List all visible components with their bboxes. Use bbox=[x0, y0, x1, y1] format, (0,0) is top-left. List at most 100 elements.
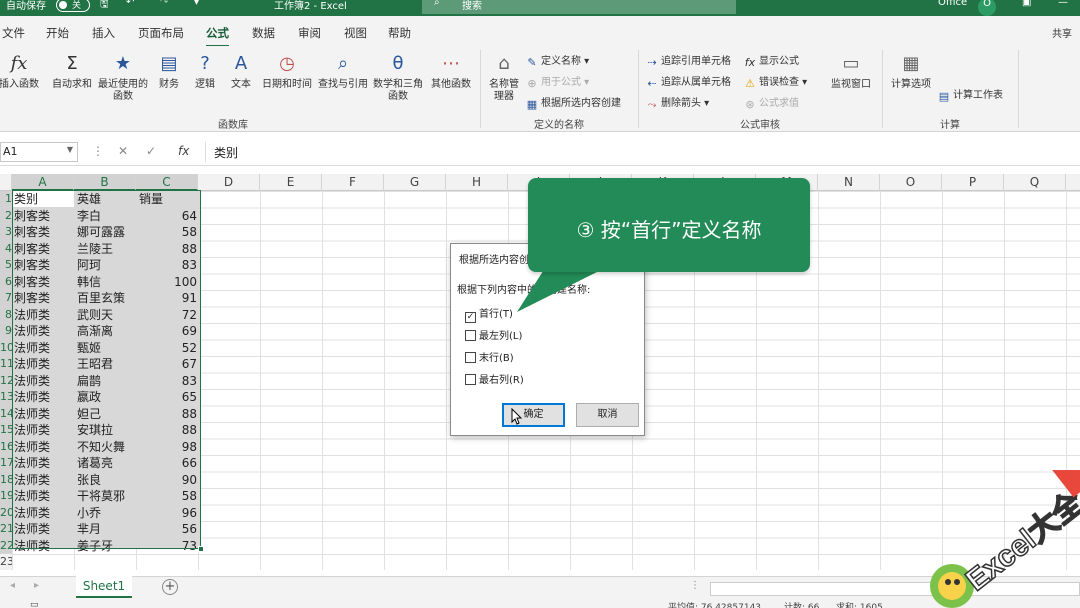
table-cell[interactable]: 56 bbox=[139, 521, 199, 538]
tab-data[interactable]: 数据 bbox=[252, 25, 275, 41]
checkbox-top-row-box[interactable]: ✓ bbox=[465, 312, 476, 323]
row-header-11[interactable]: 11 bbox=[0, 356, 12, 373]
scroll-right-icon[interactable]: ▸ bbox=[34, 580, 39, 591]
table-cell[interactable]: 100 bbox=[139, 274, 199, 291]
tab-file[interactable]: 文件 bbox=[2, 25, 25, 41]
table-cell[interactable]: 刺客类 bbox=[14, 274, 74, 291]
tab-view[interactable]: 视图 bbox=[344, 25, 367, 41]
table-cell[interactable]: 高渐离 bbox=[77, 323, 137, 340]
table-cell[interactable]: 甄姬 bbox=[77, 340, 137, 357]
autosave-toggle[interactable]: 关 bbox=[56, 0, 90, 12]
table-cell[interactable]: 73 bbox=[139, 538, 199, 555]
column-header-h[interactable]: H bbox=[446, 174, 508, 191]
share-button[interactable]: 共享 bbox=[1052, 25, 1072, 40]
table-cell[interactable]: 法师类 bbox=[14, 505, 74, 522]
tab-review[interactable]: 审阅 bbox=[298, 25, 321, 41]
column-header-g[interactable]: G bbox=[384, 174, 446, 191]
table-cell[interactable]: 法师类 bbox=[14, 389, 74, 406]
financial-button[interactable]: ▤ 财务 bbox=[156, 52, 182, 91]
checkbox-right-column-box[interactable] bbox=[465, 374, 476, 385]
header-cell[interactable]: 英雄 bbox=[77, 191, 137, 208]
trace-precedents-button[interactable]: ⇢ 追踪引用单元格 bbox=[646, 52, 731, 69]
calculation-options-button[interactable]: ▦ 计算选项 bbox=[888, 52, 934, 91]
table-cell[interactable]: 刺客类 bbox=[14, 224, 74, 241]
table-cell[interactable]: 阿珂 bbox=[77, 257, 137, 274]
calculate-sheet-button[interactable]: ▤ 计算工作表 bbox=[938, 86, 1003, 103]
column-header-q[interactable]: Q bbox=[1004, 174, 1066, 191]
table-cell[interactable]: 小乔 bbox=[77, 505, 137, 522]
table-cell[interactable]: 法师类 bbox=[14, 488, 74, 505]
table-cell[interactable]: 52 bbox=[139, 340, 199, 357]
save-icon[interactable]: 🖫 bbox=[100, 0, 109, 14]
table-cell[interactable]: 诸葛亮 bbox=[77, 455, 137, 472]
cancel-icon[interactable]: ✕ bbox=[118, 144, 128, 158]
column-header-d[interactable]: D bbox=[198, 174, 260, 191]
row-header-5[interactable]: 5 bbox=[0, 257, 12, 274]
row-header-9[interactable]: 9 bbox=[0, 323, 12, 340]
account-name[interactable]: Office bbox=[938, 0, 967, 8]
table-cell[interactable]: 91 bbox=[139, 290, 199, 307]
tab-insert[interactable]: 插入 bbox=[92, 25, 115, 41]
row-header-1[interactable]: 1 bbox=[0, 191, 12, 208]
row-header-16[interactable]: 16 bbox=[0, 438, 12, 455]
row-header-17[interactable]: 17 bbox=[0, 455, 12, 472]
name-manager-button[interactable]: ⌂ 名称管理器 bbox=[486, 52, 522, 103]
undo-icon[interactable]: ↶ bbox=[126, 0, 134, 8]
checkbox-left-column[interactable]: 最左列(L) bbox=[465, 327, 522, 342]
row-header-21[interactable]: 21 bbox=[0, 521, 12, 538]
table-cell[interactable]: 法师类 bbox=[14, 406, 74, 423]
search-box[interactable]: ⌕ 搜索 bbox=[422, 0, 736, 14]
table-cell[interactable]: 法师类 bbox=[14, 455, 74, 472]
lookup-reference-button[interactable]: ⌕ 查找与引用 bbox=[316, 52, 370, 91]
column-header-n[interactable]: N bbox=[818, 174, 880, 191]
table-cell[interactable]: 83 bbox=[139, 373, 199, 390]
row-header-8[interactable]: 8 bbox=[0, 306, 12, 323]
splitter-icon[interactable]: ⋮ bbox=[690, 580, 700, 591]
table-cell[interactable]: 娜可露露 bbox=[77, 224, 137, 241]
tab-formulas[interactable]: 公式 bbox=[206, 25, 229, 47]
add-sheet-icon[interactable]: + bbox=[162, 579, 178, 595]
table-cell[interactable]: 98 bbox=[139, 439, 199, 456]
row-header-2[interactable]: 2 bbox=[0, 207, 12, 224]
row-header-19[interactable]: 19 bbox=[0, 488, 12, 505]
column-header-a[interactable]: A bbox=[12, 174, 74, 191]
watch-window-button[interactable]: ▭ 监视窗口 bbox=[828, 52, 874, 91]
table-cell[interactable]: 李白 bbox=[77, 208, 137, 225]
insert-function-button[interactable]: fx 插入函数 bbox=[0, 52, 42, 91]
evaluate-formula-button[interactable]: ⊛ 公式求值 bbox=[744, 94, 799, 111]
row-header-13[interactable]: 13 bbox=[0, 389, 12, 406]
row-header-4[interactable]: 4 bbox=[0, 240, 12, 257]
tab-help[interactable]: 帮助 bbox=[388, 25, 411, 41]
text-button[interactable]: A 文本 bbox=[228, 52, 254, 91]
row-header-14[interactable]: 14 bbox=[0, 405, 12, 422]
date-time-button[interactable]: ◷ 日期和时间 bbox=[260, 52, 314, 91]
header-cell[interactable]: 类别 bbox=[14, 191, 74, 208]
show-formulas-button[interactable]: fx 显示公式 bbox=[744, 52, 799, 69]
formula-input[interactable]: 类别 bbox=[214, 144, 238, 161]
scroll-left-icon[interactable]: ◂ bbox=[10, 580, 15, 591]
column-header-o[interactable]: O bbox=[880, 174, 942, 191]
table-cell[interactable]: 法师类 bbox=[14, 356, 74, 373]
table-cell[interactable]: 法师类 bbox=[14, 538, 74, 555]
table-cell[interactable]: 法师类 bbox=[14, 439, 74, 456]
table-cell[interactable]: 姜子牙 bbox=[77, 538, 137, 555]
row-header-10[interactable]: 10 bbox=[0, 339, 12, 356]
table-cell[interactable]: 百里玄策 bbox=[77, 290, 137, 307]
table-cell[interactable]: 法师类 bbox=[14, 472, 74, 489]
table-cell[interactable]: 64 bbox=[139, 208, 199, 225]
checkbox-bottom-row[interactable]: 末行(B) bbox=[465, 349, 514, 364]
table-cell[interactable]: 安琪拉 bbox=[77, 422, 137, 439]
trace-dependents-button[interactable]: ⇠ 追踪从属单元格 bbox=[646, 73, 731, 90]
row-header-22[interactable]: 22 bbox=[0, 537, 12, 554]
row-header-15[interactable]: 15 bbox=[0, 422, 12, 439]
select-all-corner[interactable] bbox=[0, 174, 12, 191]
table-cell[interactable]: 刺客类 bbox=[14, 241, 74, 258]
row-header-18[interactable]: 18 bbox=[0, 471, 12, 488]
autosum-button[interactable]: Σ 自动求和 bbox=[50, 52, 94, 91]
minimize-icon[interactable]: — bbox=[1058, 0, 1068, 8]
row-header-12[interactable]: 12 bbox=[0, 372, 12, 389]
checkbox-bottom-row-box[interactable] bbox=[465, 352, 476, 363]
table-cell[interactable]: 张良 bbox=[77, 472, 137, 489]
name-box[interactable]: A1 ▼ bbox=[0, 142, 78, 162]
column-header-b[interactable]: B bbox=[74, 174, 136, 191]
